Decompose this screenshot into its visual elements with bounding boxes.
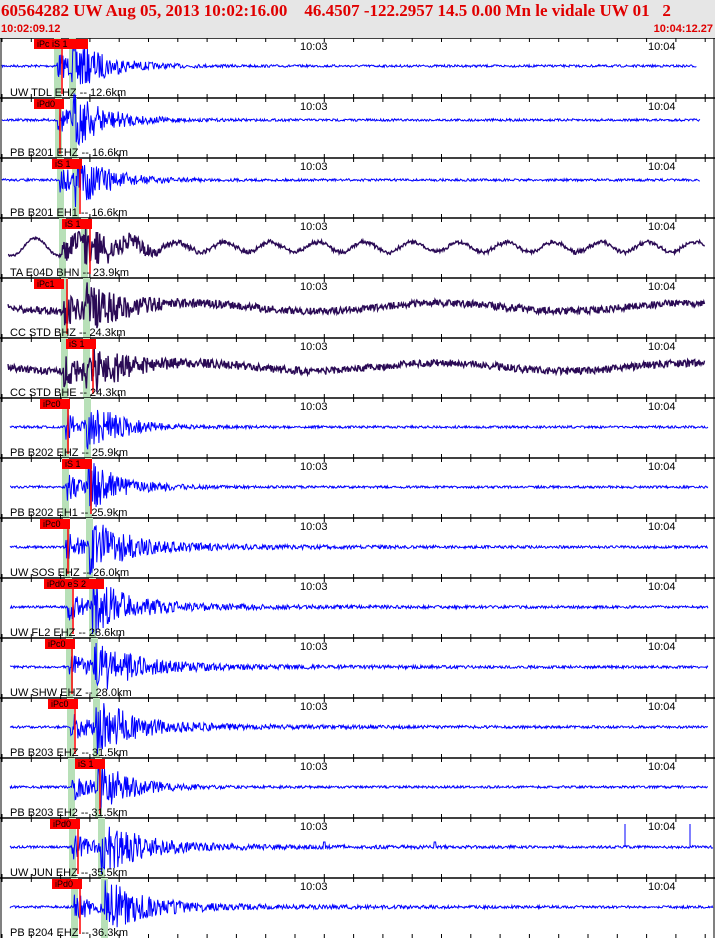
- time-label: 10:04: [648, 101, 676, 113]
- pick-label: iPd0 eS 2: [47, 579, 86, 589]
- station-label: PB B201 EH1 -- 16.6km: [10, 207, 127, 219]
- trace-panel[interactable]: 10:03 10:04 iS 1 TA E04D BHN -- 23.9km: [0, 217, 715, 279]
- trace-panel[interactable]: 10:03 10:04 iS 1 PB B201 EH1 -- 16.6km: [0, 157, 715, 219]
- time-label: 10:04: [648, 701, 676, 713]
- time-label: 10:03: [300, 461, 328, 473]
- trace-panel[interactable]: 10:03 10:04 iPc iS 1 UW TDL EHZ -- 12.6km: [0, 38, 715, 99]
- pick-label: iS 1: [55, 159, 71, 169]
- station-label: PB B202 EHZ -- 25.9km: [10, 447, 128, 459]
- waveform: [9, 579, 709, 635]
- waveform: [7, 222, 706, 265]
- time-label: 10:04: [648, 521, 676, 533]
- waveform: [9, 409, 709, 450]
- time-label: 10:04: [648, 641, 676, 653]
- time-label: 10:04: [648, 461, 676, 473]
- waveform: [1, 38, 697, 85]
- waveform: [9, 880, 714, 928]
- pick-label: iPc0: [43, 519, 61, 529]
- station-label: CC STD BHZ -- 24.3km: [10, 327, 126, 339]
- trace-panel[interactable]: 10:03 10:04 iPd0 PB B204 EHZ -- 36.3km: [0, 877, 715, 938]
- trace-panel[interactable]: 10:03 10:04 iS 1 PB B202 EH1 -- 25.9km: [0, 457, 715, 519]
- station-label: PB B202 EH1 -- 25.9km: [10, 507, 127, 519]
- time-label: 10:03: [300, 161, 328, 173]
- time-label: 10:04: [648, 221, 676, 233]
- time-label: 10:03: [300, 521, 328, 533]
- time-label: 10:03: [300, 701, 328, 713]
- time-label: 10:04: [648, 761, 676, 773]
- trace-panel[interactable]: 10:03 10:04 iPc0 UW SOS EHZ -- 26.0km: [0, 517, 715, 579]
- trace-panel[interactable]: 10:03 10:04 iS 1 CC STD BHE -- 24.3km: [0, 337, 715, 399]
- pick-label: iPc0: [48, 639, 66, 649]
- time-label: 10:03: [300, 881, 328, 893]
- waveform: [7, 344, 706, 393]
- time-label: 10:04: [648, 401, 676, 413]
- pick-label: iPc0: [51, 699, 69, 709]
- time-label: 10:03: [300, 41, 328, 53]
- start-time: 10:02:09.12: [1, 23, 61, 35]
- time-label: 10:03: [300, 341, 328, 353]
- time-label: 10:03: [300, 641, 328, 653]
- time-label: 10:03: [300, 401, 328, 413]
- end-time: 10:04:12.27: [653, 23, 713, 35]
- time-label: 10:04: [648, 881, 676, 893]
- time-label: 10:03: [300, 761, 328, 773]
- waveform: [1, 93, 701, 147]
- time-label: 10:03: [300, 221, 328, 233]
- time-label: 10:03: [300, 101, 328, 113]
- trace-panel[interactable]: 10:03 10:04 iPc0 PB B203 EHZ -- 31.5km: [0, 697, 715, 759]
- header: 60564282 UW Aug 05, 2013 10:02:16.00 46.…: [0, 0, 715, 38]
- station-label: PB B201 EHZ -- 16.6km: [10, 147, 128, 159]
- pick-label: iPd0: [53, 819, 71, 829]
- time-label: 10:04: [648, 281, 676, 293]
- event-title: 60564282 UW Aug 05, 2013 10:02:16.00 46.…: [1, 1, 671, 20]
- trace-panel[interactable]: 10:03 10:04 iPc1 CC STD BHZ -- 24.3km: [0, 277, 715, 339]
- station-label: UW SHW EHZ -- 28.0km: [10, 687, 132, 699]
- station-label: PB B204 EHZ -- 36.3km: [10, 927, 128, 938]
- time-label: 10:03: [300, 281, 328, 293]
- trace-panel[interactable]: 10:03 10:04 iPd0 PB B201 EHZ -- 16.6km: [0, 93, 715, 159]
- seismogram-panels[interactable]: 10:03 10:04iPc iS 1UW TDL EHZ -- 12.6km10…: [0, 38, 715, 938]
- pick-label: iS 1: [65, 459, 81, 469]
- time-label: 10:03: [300, 821, 328, 833]
- time-label: 10:04: [648, 581, 676, 593]
- time-label: 10:04: [648, 821, 676, 833]
- pick-label: iS 1: [65, 219, 81, 229]
- pick-label: iS 1: [69, 339, 85, 349]
- station-label: UW SOS EHZ -- 26.0km: [10, 567, 129, 579]
- pick-label: iPd0: [37, 99, 55, 109]
- waveform: [9, 462, 709, 508]
- pick-label: iPc iS 1: [37, 39, 68, 49]
- station-label: PB B203 EH2 -- 31.5km: [10, 807, 127, 819]
- trace-panel[interactable]: 10:03 10:04 iPd0 eS 2 UW FL2 EHZ -- 28.6km: [0, 577, 715, 639]
- station-label: PB B203 EHZ -- 31.5km: [10, 747, 128, 759]
- trace-panel[interactable]: 10:03 10:04 iPc0 PB B202 EHZ -- 25.9km: [0, 397, 715, 459]
- station-label: UW JUN EHZ -- 35.5km: [10, 867, 127, 879]
- trace-panel[interactable]: 10:03 10:04 iPc0 UW SHW EHZ -- 28.0km: [0, 637, 715, 699]
- time-label: 10:04: [648, 41, 676, 53]
- time-label: 10:03: [300, 581, 328, 593]
- pick-label: iPc1: [37, 279, 55, 289]
- station-label: TA E04D BHN -- 23.9km: [10, 267, 129, 279]
- trace-panel[interactable]: 10:03 10:04 iS 1 PB B203 EH2 -- 31.5km: [0, 757, 715, 819]
- waveform: [9, 765, 708, 812]
- time-label: 10:04: [648, 161, 676, 173]
- waveform: [1, 159, 701, 208]
- station-label: CC STD BHE -- 24.3km: [10, 387, 126, 399]
- time-label: 10:04: [648, 341, 676, 353]
- station-label: UW TDL EHZ -- 12.6km: [10, 87, 126, 99]
- pick-label: iS 1: [78, 759, 94, 769]
- pick-label: iPc0: [43, 399, 61, 409]
- pick-label: iPd0: [55, 879, 73, 889]
- waveform: [7, 282, 706, 329]
- waveform: [9, 642, 709, 690]
- station-label: UW FL2 EHZ -- 28.6km: [10, 627, 125, 639]
- trace-panel[interactable]: 10:03 10:04 iPd0 UW JUN EHZ -- 35.5km: [0, 817, 715, 879]
